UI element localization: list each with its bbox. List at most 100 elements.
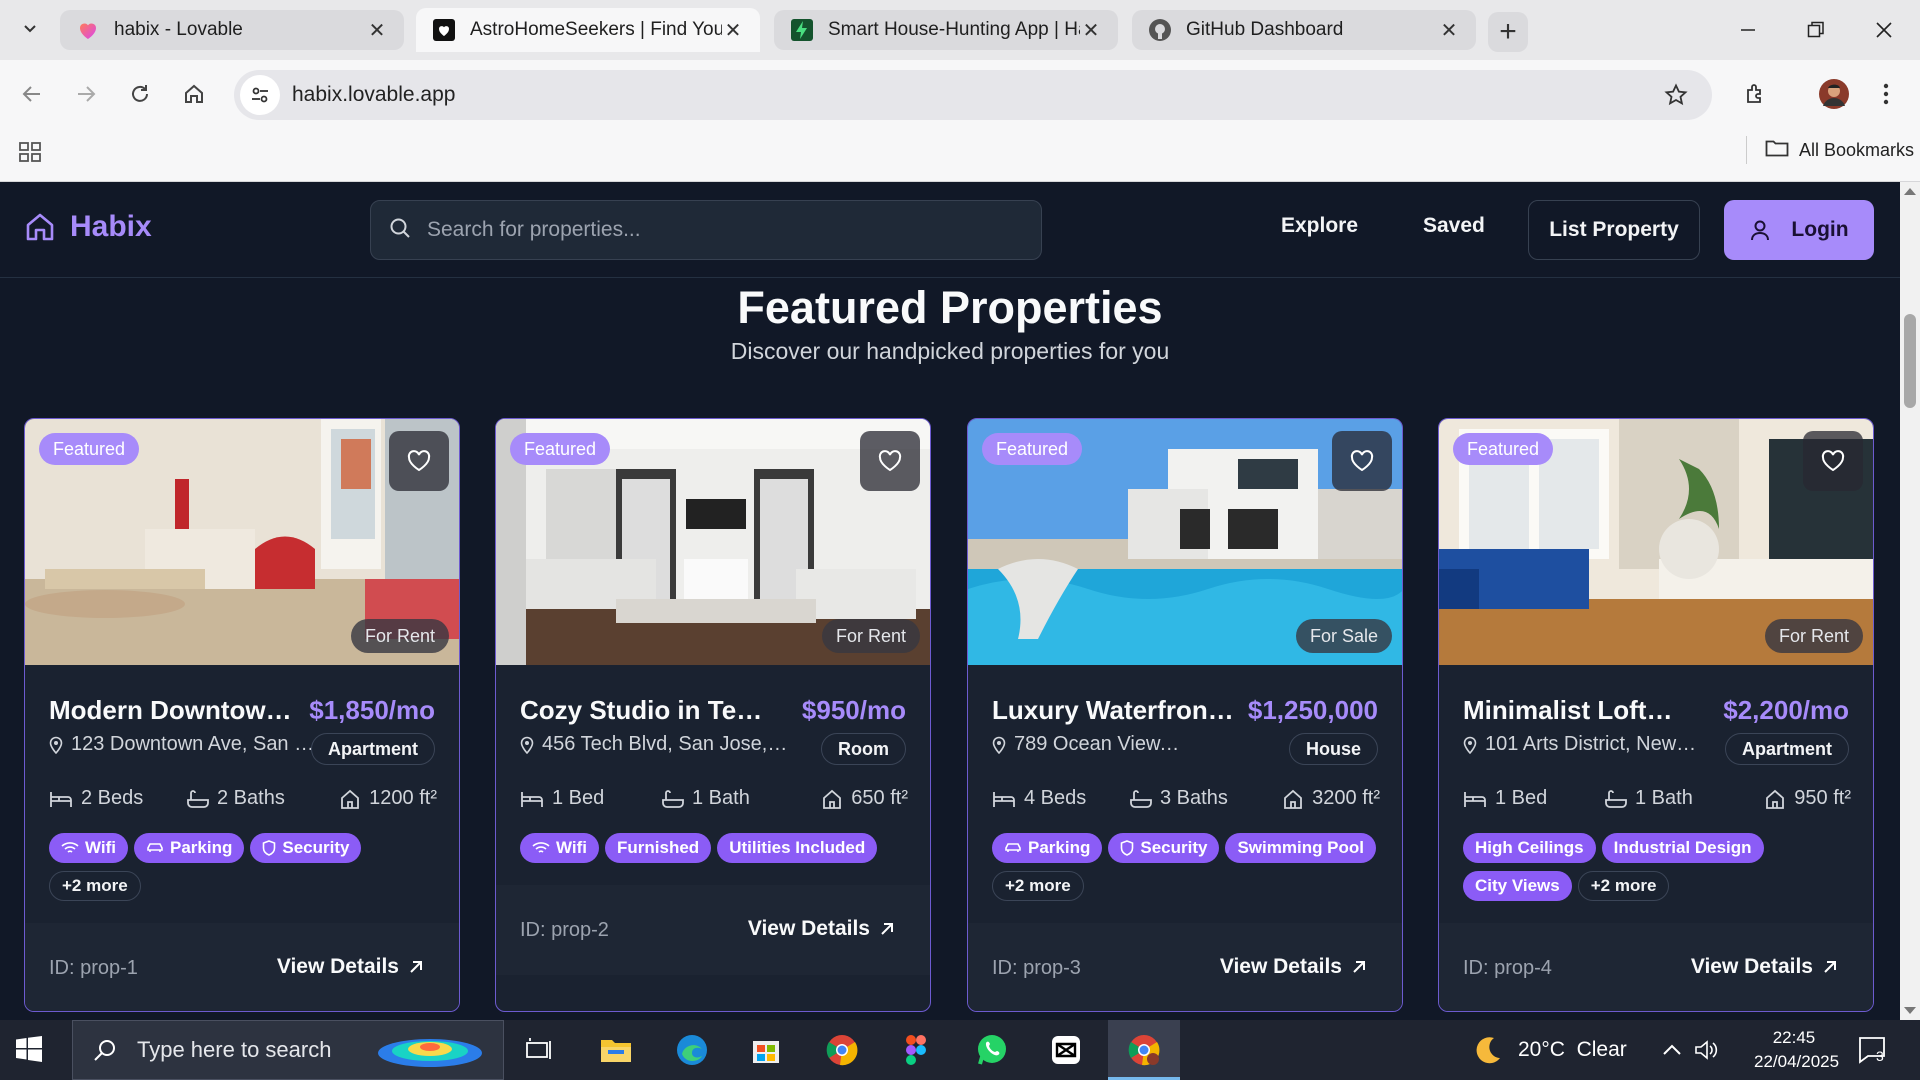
amenity-chip: Furnished: [605, 833, 712, 863]
listing-status-badge: For Sale: [1295, 619, 1392, 653]
property-photo[interactable]: Featured For Rent: [496, 419, 930, 665]
microsoft-store-icon[interactable]: [746, 1030, 786, 1070]
property-name[interactable]: Cozy Studio in Tech District: [520, 695, 770, 726]
beds-stat: 1 Bed: [520, 787, 604, 810]
nav-explore-link[interactable]: Explore: [1281, 214, 1358, 238]
save-heart-button[interactable]: [389, 431, 449, 491]
property-price: $1,250,000: [1247, 695, 1378, 725]
back-arrow-icon[interactable]: [16, 78, 48, 110]
save-heart-button[interactable]: [1803, 431, 1863, 491]
amenities-list: High Ceilings Industrial Design City Vie…: [1463, 833, 1863, 901]
reload-icon[interactable]: [124, 78, 156, 110]
taskbar-search-box[interactable]: Type here to search: [72, 1020, 504, 1080]
windows-start-icon[interactable]: [16, 1036, 42, 1067]
scroll-up-arrow-icon[interactable]: [1904, 188, 1916, 195]
browser-tab-4[interactable]: GitHub Dashboard ✕: [1132, 10, 1476, 50]
close-window-icon[interactable]: [1854, 10, 1914, 50]
all-bookmarks-button[interactable]: All Bookmarks: [1746, 136, 1914, 164]
property-card-4[interactable]: Featured For Rent Minimalist Loft Space …: [1438, 418, 1874, 1012]
notification-center-button[interactable]: 3: [1856, 1034, 1892, 1068]
list-property-button[interactable]: List Property: [1528, 200, 1700, 260]
bed-icon: [1464, 791, 1486, 807]
weather-widget[interactable]: 20°C Clear: [1472, 1020, 1627, 1080]
view-details-link[interactable]: View Details: [277, 955, 423, 979]
scrollbar-thumb[interactable]: [1904, 314, 1916, 408]
new-tab-button[interactable]: +: [1488, 12, 1528, 52]
bookmark-star-icon[interactable]: [1664, 83, 1688, 112]
notification-count: 3: [1876, 1048, 1884, 1064]
property-address: 123 Downtown Ave, San Francisco: [49, 733, 319, 756]
task-view-icon[interactable]: [520, 1030, 560, 1070]
minimize-icon[interactable]: [1718, 10, 1778, 50]
brand-logo[interactable]: Habix: [24, 210, 152, 244]
section-title: Featured Properties: [737, 282, 1163, 333]
address-bar[interactable]: habix.lovable.app: [234, 70, 1712, 120]
amenity-chip: Utilities Included: [717, 833, 878, 863]
search-icon: [94, 1040, 115, 1061]
view-details-link[interactable]: View Details: [1220, 955, 1366, 979]
more-amenities-chip[interactable]: +2 more: [1577, 871, 1670, 901]
browser-tab-2[interactable]: AstroHomeSeekers | Find Your Dream Home …: [416, 8, 760, 52]
tab-search-chevron-icon[interactable]: [18, 16, 42, 40]
capcut-icon[interactable]: [1046, 1030, 1086, 1070]
save-heart-button[interactable]: [860, 431, 920, 491]
figma-icon[interactable]: [896, 1030, 936, 1070]
search-highlight-icon: [378, 1039, 483, 1067]
close-tab-icon[interactable]: ✕: [722, 19, 744, 42]
more-amenities-chip[interactable]: +2 more: [992, 871, 1084, 901]
featured-badge: Featured: [510, 433, 611, 465]
property-name[interactable]: Luxury Waterfront Villa: [992, 695, 1242, 726]
arrow-up-right-icon: [1353, 961, 1365, 973]
edge-browser-icon[interactable]: [672, 1030, 712, 1070]
close-tab-icon[interactable]: ✕: [366, 19, 388, 42]
property-card-3[interactable]: Featured For Sale Luxury Waterfront Vill…: [967, 418, 1403, 1012]
browser-tab-1[interactable]: habix - Lovable ✕: [60, 10, 404, 50]
apps-grid-icon[interactable]: [18, 140, 42, 169]
file-explorer-icon[interactable]: [596, 1030, 636, 1070]
property-name[interactable]: Minimalist Loft Space: [1463, 695, 1673, 726]
chrome-icon[interactable]: [822, 1030, 862, 1070]
amenity-chip: Security: [250, 833, 362, 863]
property-card-1[interactable]: Featured For Rent Modern Downtown Apartm…: [24, 418, 460, 1012]
home-icon[interactable]: [178, 78, 210, 110]
property-search-box[interactable]: [370, 200, 1042, 260]
scroll-down-arrow-icon[interactable]: [1904, 1007, 1916, 1014]
forward-arrow-icon[interactable]: [70, 78, 102, 110]
extensions-puzzle-icon[interactable]: [1738, 76, 1774, 112]
property-address: 789 Ocean View, Miami: [992, 733, 1262, 756]
login-button[interactable]: Login: [1724, 200, 1874, 260]
site-info-icon[interactable]: [240, 75, 280, 115]
page-scrollbar[interactable]: [1900, 182, 1920, 1020]
nav-saved-link[interactable]: Saved: [1423, 214, 1485, 238]
close-tab-icon[interactable]: ✕: [1080, 19, 1102, 42]
volume-icon[interactable]: [1686, 1030, 1726, 1070]
amenity-chip: Swimming Pool: [1225, 833, 1377, 863]
area-stat: 1200 ft²: [339, 787, 437, 810]
property-price: $1,850/mo: [309, 695, 435, 725]
view-details-link[interactable]: View Details: [748, 917, 894, 941]
property-photo[interactable]: Featured For Rent: [1439, 419, 1873, 665]
property-photo[interactable]: Featured For Rent: [25, 419, 459, 665]
restore-icon[interactable]: [1786, 10, 1846, 50]
chrome-active-icon[interactable]: [1124, 1030, 1164, 1070]
property-id: ID: prop-2: [520, 919, 609, 941]
save-heart-button[interactable]: [1332, 431, 1392, 491]
property-name[interactable]: Modern Downtown Apartment: [49, 695, 299, 726]
system-clock[interactable]: 22:45 22/04/2025: [1754, 1026, 1839, 1074]
bath-icon: [1605, 789, 1627, 808]
property-photo[interactable]: Featured For Sale: [968, 419, 1402, 665]
profile-avatar[interactable]: [1814, 74, 1854, 114]
url-text: habix.lovable.app: [292, 83, 456, 106]
more-amenities-chip[interactable]: +2 more: [49, 871, 141, 901]
beds-stat: 1 Bed: [1463, 787, 1547, 810]
property-card-2[interactable]: Featured For Rent Cozy Studio in Tech Di…: [495, 418, 931, 1012]
area-stat: 3200 ft²: [1282, 787, 1380, 810]
property-type-badge: Apartment: [1724, 733, 1849, 765]
search-input[interactable]: [427, 218, 987, 242]
more-vertical-icon[interactable]: [1870, 78, 1902, 110]
car-icon: [1005, 843, 1021, 852]
view-details-link[interactable]: View Details: [1691, 955, 1837, 979]
whatsapp-icon[interactable]: [972, 1030, 1012, 1070]
browser-tab-3[interactable]: Smart House-Hunting App | Habix ✕: [774, 10, 1118, 50]
close-tab-icon[interactable]: ✕: [1438, 19, 1460, 42]
